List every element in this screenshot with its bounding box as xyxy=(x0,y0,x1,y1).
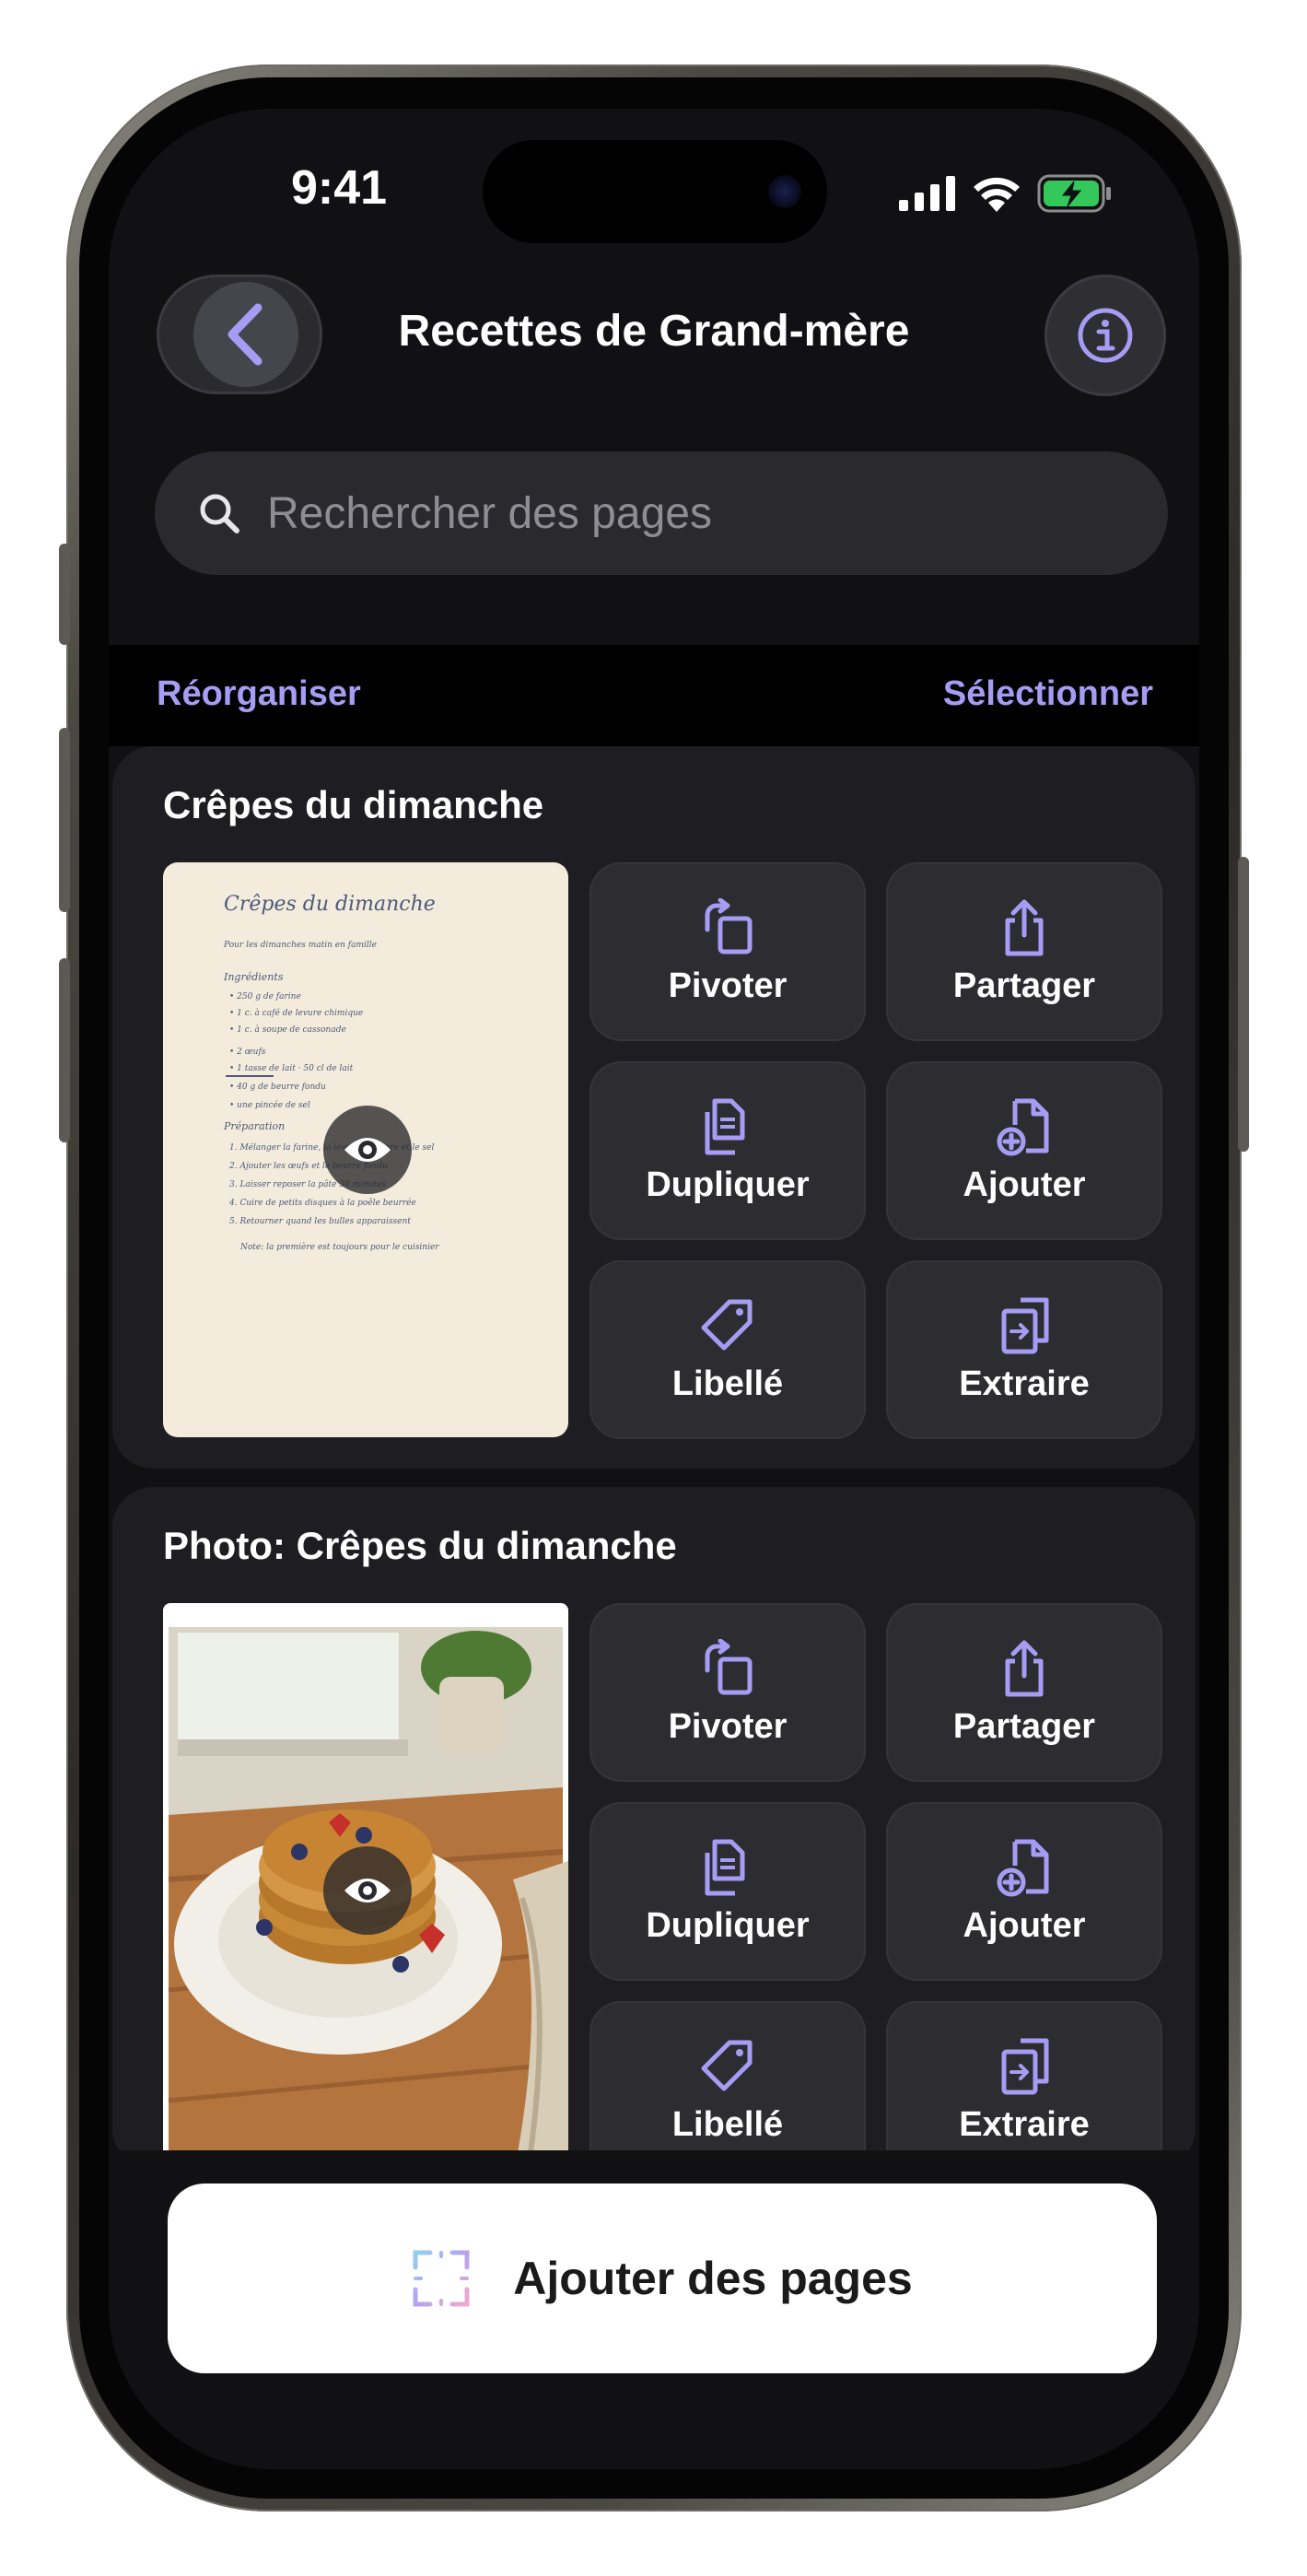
add-document-icon xyxy=(997,1098,1049,1155)
duplicate-icon xyxy=(705,1098,745,1154)
extract-button[interactable]: Extraire xyxy=(886,2001,1162,2169)
label-button[interactable]: Libellé xyxy=(589,1260,866,1439)
page-card-title: Photo: Crêpes du dimanche xyxy=(163,1524,677,1567)
page-title: Recettes de Grand-mère xyxy=(398,307,910,356)
svg-text:• 1 c. à soupe de cassonade: • 1 c. à soupe de cassonade xyxy=(229,1025,346,1035)
info-icon xyxy=(1078,308,1133,363)
duplicate-label: Dupliquer xyxy=(646,1165,810,1204)
reorder-button[interactable]: Réorganiser xyxy=(157,674,361,714)
svg-text:• 2 œufs: • 2 œufs xyxy=(229,1048,266,1057)
svg-text:4. Cuire de petits disques à l: 4. Cuire de petits disques à la poêle be… xyxy=(228,1198,416,1208)
scan-icon xyxy=(413,2250,470,2307)
svg-text:Note: la première est toujours: Note: la première est toujours pour le c… xyxy=(239,1242,439,1252)
back-button[interactable] xyxy=(157,275,322,394)
page-thumbnail-photo[interactable] xyxy=(163,1603,568,2169)
svg-text:• 1 tasse de lait · 50 cl de l: • 1 tasse de lait · 50 cl de lait xyxy=(229,1064,354,1073)
extract-label: Extraire xyxy=(959,2104,1090,2144)
volume-down-button xyxy=(59,958,70,1142)
search-input[interactable] xyxy=(265,486,1168,540)
action-button xyxy=(59,544,70,645)
volume-up-button xyxy=(59,728,70,912)
tag-icon xyxy=(701,1299,753,1350)
screen: 9:41 Recettes de Grand-mère Rechercher d… xyxy=(109,109,1199,2469)
power-button xyxy=(1238,857,1249,1152)
svg-text:Ingrédients: Ingrédients xyxy=(223,971,284,983)
svg-text:• 1 c. à café de levure chimiq: • 1 c. à café de levure chimique xyxy=(229,1008,363,1018)
preview-eye-button[interactable] xyxy=(323,1846,412,1935)
preview-eye-button[interactable] xyxy=(323,1106,412,1194)
page-card-title: Crêpes du dimanche xyxy=(163,783,544,826)
search-bar[interactable] xyxy=(155,451,1168,575)
extract-icon xyxy=(1001,1297,1049,1353)
eye-icon xyxy=(344,1138,391,1162)
page-card: Photo: Crêpes du dimanche Pivoter Partag… xyxy=(112,1487,1196,2169)
rotate-label: Pivoter xyxy=(668,1706,788,1746)
svg-text:Crêpes du dimanche: Crêpes du dimanche xyxy=(224,893,436,916)
select-button[interactable]: Sélectionner xyxy=(943,674,1153,714)
add-page-button[interactable]: Ajouter xyxy=(886,1061,1162,1240)
add-pages-button[interactable]: Ajouter des pages xyxy=(168,2184,1157,2373)
tag-label: Libellé xyxy=(671,2104,784,2144)
page-toolbar: Réorganiser Sélectionner xyxy=(109,645,1199,746)
add-label: Ajouter xyxy=(963,1905,1086,1945)
eye-icon xyxy=(344,1879,391,1903)
page-thumbnail-document[interactable]: Crêpes du dimanche Pour les dimanches ma… xyxy=(163,862,568,1437)
share-icon xyxy=(1005,899,1044,955)
rotate-button[interactable]: Pivoter xyxy=(589,862,866,1041)
status-time: 9:41 xyxy=(290,161,388,215)
rotate-button[interactable]: Pivoter xyxy=(589,1603,866,1782)
chevron-left-icon xyxy=(228,303,263,366)
search-icon xyxy=(200,494,239,533)
add-label: Ajouter xyxy=(963,1165,1086,1204)
svg-text:• une pincée de sel: • une pincée de sel xyxy=(229,1100,310,1110)
share-icon xyxy=(1005,1640,1044,1696)
share-label: Partager xyxy=(952,1706,1096,1746)
tag-label: Libellé xyxy=(671,1364,784,1403)
back-button-circle xyxy=(193,282,298,387)
tag-icon xyxy=(701,2040,753,2090)
share-button[interactable]: Partager xyxy=(886,1603,1162,1782)
battery-charging-icon xyxy=(1037,174,1111,213)
svg-text:• 40 g de beurre fondu: • 40 g de beurre fondu xyxy=(229,1083,326,1092)
cellular-signal-icon xyxy=(899,176,955,211)
rotate-label: Pivoter xyxy=(668,966,788,1005)
duplicate-label: Dupliquer xyxy=(646,1905,810,1945)
add-document-icon xyxy=(997,1839,1049,1896)
rotate-icon xyxy=(705,897,753,954)
duplicate-button[interactable]: Dupliquer xyxy=(589,1061,866,1240)
info-button[interactable] xyxy=(1044,275,1166,396)
extract-button[interactable]: Extraire xyxy=(886,1260,1162,1439)
front-camera xyxy=(768,175,801,208)
share-label: Partager xyxy=(952,966,1096,1005)
duplicate-icon xyxy=(705,1839,745,1895)
page-card: Crêpes du dimanche Crêpes du dimanche Po… xyxy=(112,746,1196,1469)
status-icons xyxy=(899,173,1113,214)
extract-label: Extraire xyxy=(959,1364,1090,1403)
svg-text:Préparation: Préparation xyxy=(223,1120,285,1132)
svg-text:5. Retourner quand les bulles: 5. Retourner quand les bulles apparaisse… xyxy=(229,1217,411,1226)
extract-icon xyxy=(1001,2038,1049,2094)
add-page-button[interactable]: Ajouter xyxy=(886,1802,1162,1981)
label-button[interactable]: Libellé xyxy=(589,2001,866,2169)
wifi-icon xyxy=(974,177,1020,212)
rotate-icon xyxy=(705,1638,753,1694)
share-button[interactable]: Partager xyxy=(886,862,1162,1041)
dynamic-island xyxy=(483,140,827,243)
svg-text:• 250 g de farine: • 250 g de farine xyxy=(229,992,301,1001)
svg-text:Pour les dimanches matin en fa: Pour les dimanches matin en famille xyxy=(223,941,377,950)
add-pages-label: Ajouter des pages xyxy=(513,2253,913,2304)
duplicate-button[interactable]: Dupliquer xyxy=(589,1802,866,1981)
